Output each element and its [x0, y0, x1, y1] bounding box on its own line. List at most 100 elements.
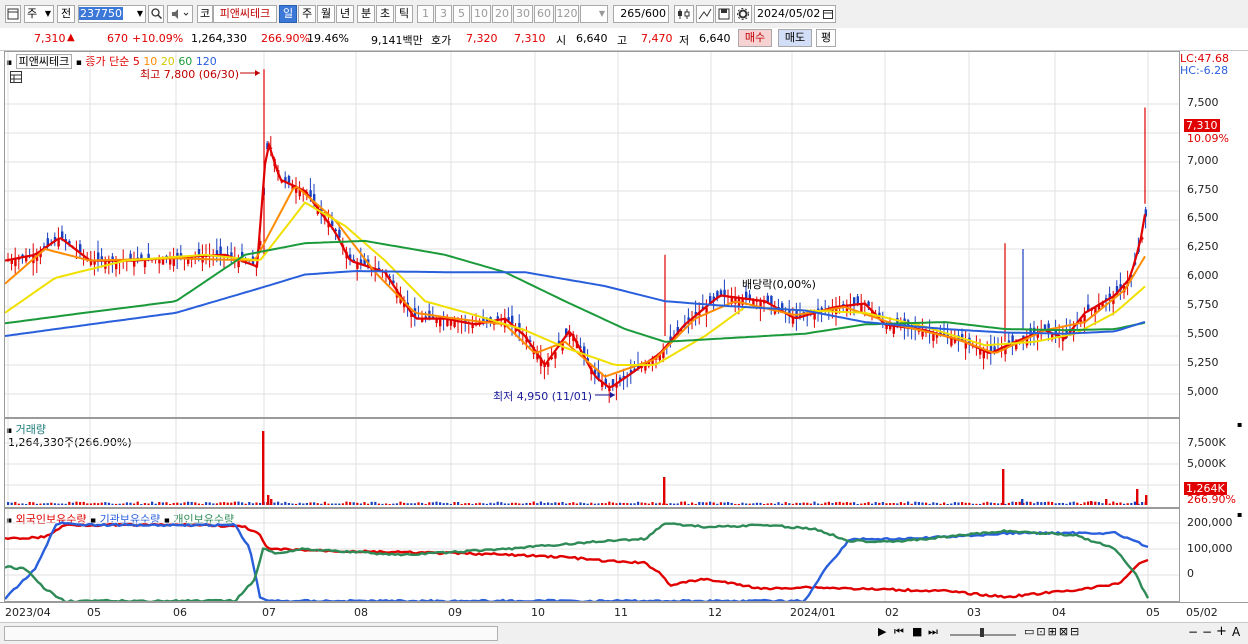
- volume-bar: [71, 502, 74, 505]
- volume-bar: [345, 501, 348, 505]
- volume-bar: [136, 501, 139, 505]
- min-price-label: 최저 4,950 (11/01): [493, 390, 593, 403]
- volume-bar: [766, 503, 769, 505]
- volume-bar: [453, 502, 456, 505]
- period-second-button[interactable]: 초: [376, 5, 394, 23]
- volume-bar: [1079, 503, 1082, 505]
- minus-icon[interactable]: −: [1202, 625, 1212, 639]
- interval-3-button[interactable]: 3: [435, 5, 452, 23]
- stock-code-input[interactable]: 237750 ▼: [78, 5, 146, 23]
- interval-30-button[interactable]: 30: [513, 5, 533, 23]
- forward-icon[interactable]: ⏭: [928, 625, 938, 639]
- calendar-icon[interactable]: [823, 6, 833, 24]
- volume-bar: [395, 503, 398, 505]
- volume-bar: [863, 503, 866, 505]
- draw-tools-icon[interactable]: [696, 5, 714, 23]
- period-select[interactable]: 주 ▼: [24, 5, 54, 23]
- max-price-label: 최고 7,800 (06/30): [140, 68, 240, 81]
- date-input[interactable]: 2024/05/02: [754, 5, 836, 23]
- avg-button[interactable]: 평: [816, 29, 836, 47]
- period-month-button[interactable]: 월: [317, 5, 335, 23]
- period-minute-button[interactable]: 분: [357, 5, 375, 23]
- volume-bar: [1051, 501, 1054, 505]
- volume-bar: [953, 502, 956, 505]
- buy-button[interactable]: 매수: [738, 29, 772, 47]
- volume-bar: [716, 503, 719, 505]
- interval-custom-select[interactable]: ▼: [580, 5, 608, 23]
- holding-pane[interactable]: ▪ 외국인보유수량 ▪ 기관보유수량 ▪ 개인보유수량: [4, 508, 1180, 602]
- chevron-down-icon[interactable]: ▼: [137, 6, 143, 22]
- volume-bar: [791, 503, 794, 505]
- gear-icon[interactable]: [734, 5, 752, 23]
- volume-bar: [1083, 502, 1086, 505]
- speaker-icon[interactable]: [167, 5, 193, 23]
- period-week-button[interactable]: 주: [298, 5, 316, 23]
- volume-bar: [111, 503, 114, 505]
- volume-bar: [557, 502, 560, 505]
- candle: [219, 246, 222, 256]
- volume-bar: [417, 502, 420, 505]
- auto-scale-icon[interactable]: A: [1232, 625, 1240, 639]
- volume-spike: [270, 499, 273, 505]
- chart-layout-icon[interactable]: [5, 5, 21, 23]
- volume-bar: [151, 501, 154, 505]
- volume-bar: [352, 502, 355, 505]
- volume-bar: [194, 502, 197, 505]
- volume-ratio: 266.90%: [261, 32, 310, 45]
- interval-120-button[interactable]: 120: [555, 5, 579, 23]
- volume-bar: [795, 502, 798, 505]
- interval-20-button[interactable]: 20: [492, 5, 512, 23]
- interval-1-button[interactable]: 1: [417, 5, 434, 23]
- vol-tick-5000k: 5,000K: [1187, 457, 1226, 470]
- volume-bar: [752, 503, 755, 505]
- sell-button[interactable]: 매도: [778, 29, 812, 47]
- volume-bar: [723, 502, 726, 505]
- candle: [770, 295, 773, 305]
- horizontal-scrollbar[interactable]: [4, 626, 498, 641]
- volume-bar: [626, 503, 629, 505]
- maximize-icon[interactable]: ▪: [1237, 420, 1242, 429]
- period-tick-button[interactable]: 틱: [395, 5, 413, 23]
- candle-type-icon[interactable]: [674, 5, 694, 23]
- volume-pane[interactable]: ▪ 거래량 1,264,330주(266.90%): [4, 418, 1180, 508]
- data-count-input[interactable]: 265/600: [613, 5, 669, 23]
- stop-icon[interactable]: ■: [912, 625, 922, 638]
- trade-amount: 9,141백만: [371, 34, 423, 47]
- x-tick: 2024/01: [790, 606, 836, 619]
- maximize-icon[interactable]: ▪: [1237, 510, 1242, 519]
- zoom-out-icon[interactable]: −: [1188, 625, 1198, 639]
- x-end-date: 05/02: [1186, 606, 1218, 619]
- save-icon[interactable]: [715, 5, 733, 23]
- chart-tools-icon[interactable]: ▭⊡⊞⊠⊟: [1024, 625, 1081, 638]
- volume-bar: [860, 503, 863, 505]
- period-year-button[interactable]: 년: [336, 5, 354, 23]
- zoom-slider[interactable]: [948, 625, 1018, 639]
- volume-bar: [593, 503, 596, 505]
- price-pane[interactable]: ▪ 피앤씨테크 ▪ 종가 단순 5 10 20 60 120 최고 7,800 …: [4, 51, 1180, 418]
- prev-button[interactable]: 전: [57, 5, 75, 23]
- plus-icon[interactable]: +: [1216, 624, 1227, 639]
- volume-bar: [1069, 502, 1072, 505]
- interval-5-button[interactable]: 5: [453, 5, 470, 23]
- volume-bar: [1087, 501, 1090, 505]
- volume-bar: [601, 503, 604, 505]
- search-icon[interactable]: [148, 5, 164, 23]
- stock-name[interactable]: 피앤씨테크: [213, 5, 277, 23]
- volume-bar: [997, 503, 1000, 505]
- period-day-button[interactable]: 일: [279, 5, 297, 23]
- volume-bar: [637, 501, 640, 505]
- volume-bar: [878, 502, 881, 505]
- scroll-right-icon[interactable]: ▶: [878, 625, 886, 638]
- rewind-icon[interactable]: ⏮: [894, 625, 904, 639]
- volume-bar: [903, 503, 906, 505]
- volume-bar: [431, 502, 434, 505]
- volume-bar: [377, 503, 380, 505]
- interval-10-button[interactable]: 10: [471, 5, 491, 23]
- market-type-badge[interactable]: 코: [197, 5, 213, 23]
- volume-bar: [712, 502, 715, 505]
- interval-60-button[interactable]: 60: [534, 5, 554, 23]
- volume-bar: [691, 502, 694, 505]
- volume-bar: [658, 502, 661, 505]
- volume-bar: [673, 503, 676, 505]
- volume-bar: [727, 502, 730, 505]
